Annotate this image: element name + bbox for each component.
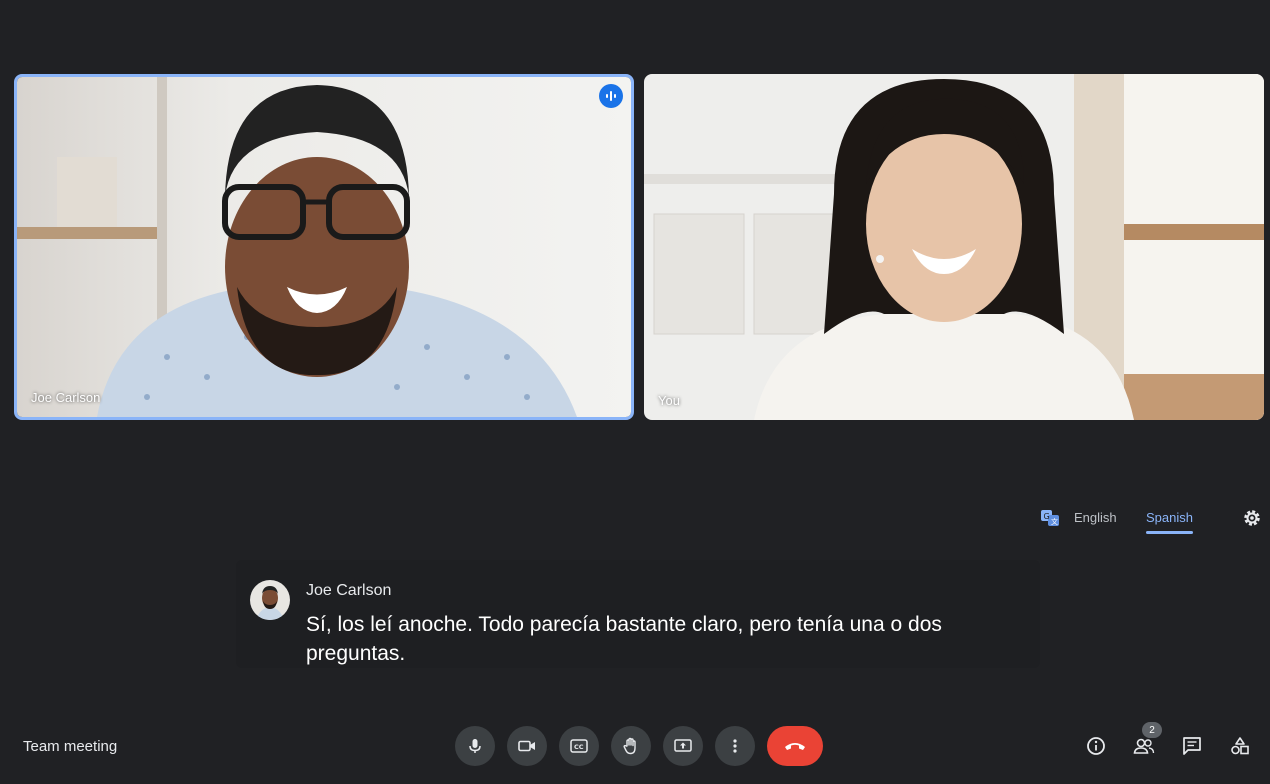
caption-language-bar: G 文 English Spanish <box>1040 502 1270 536</box>
meeting-tools: 2 <box>1082 722 1254 760</box>
activities-icon <box>1231 737 1249 755</box>
present-icon <box>674 739 692 752</box>
mic-button[interactable] <box>455 726 495 766</box>
self-video <box>644 74 1264 420</box>
captions-button[interactable]: CC <box>559 726 599 766</box>
captions-icon: CC <box>570 739 588 753</box>
more-icon <box>733 739 737 753</box>
end-call-icon <box>785 743 805 750</box>
participant-tile-you[interactable]: You <box>644 74 1264 420</box>
present-button[interactable] <box>663 726 703 766</box>
meeting-title: Team meeting <box>23 738 118 755</box>
language-option-spanish[interactable]: Spanish <box>1146 510 1193 534</box>
activities-button[interactable] <box>1226 732 1254 760</box>
camera-button[interactable] <box>507 726 547 766</box>
translate-icon[interactable]: G 文 <box>1040 508 1060 528</box>
chat-button[interactable] <box>1178 732 1206 760</box>
speaking-icon <box>606 91 616 101</box>
participant-name: You <box>658 393 680 408</box>
avatar <box>250 580 290 620</box>
mic-icon <box>469 739 481 753</box>
more-options-button[interactable] <box>715 726 755 766</box>
gear-icon[interactable] <box>1242 508 1262 528</box>
svg-text:文: 文 <box>1051 517 1058 526</box>
joe-video <box>17 77 631 417</box>
live-caption: Joe Carlson Sí, los leí anoche. Todo par… <box>236 560 1040 668</box>
svg-text:G: G <box>1044 512 1050 521</box>
meeting-details-button[interactable] <box>1082 732 1110 760</box>
end-call-button[interactable] <box>767 726 823 766</box>
raise-hand-button[interactable] <box>611 726 651 766</box>
speaking-indicator <box>599 84 623 108</box>
people-count-badge: 2 <box>1142 722 1162 738</box>
info-icon <box>1087 737 1105 755</box>
caption-text: Sí, los leí anoche. Todo parecía bastant… <box>306 613 942 665</box>
participant-tile-joe[interactable]: Joe Carlson <box>14 74 634 420</box>
camera-icon <box>518 740 535 752</box>
people-icon <box>1133 738 1155 754</box>
language-option-english[interactable]: English <box>1074 510 1117 525</box>
people-button[interactable]: 2 <box>1130 722 1162 760</box>
raise-hand-icon <box>623 737 636 755</box>
caption-speaker-name: Joe Carlson <box>306 582 392 599</box>
participant-name: Joe Carlson <box>31 390 101 405</box>
svg-text:CC: CC <box>574 743 584 751</box>
chat-icon <box>1183 737 1201 755</box>
